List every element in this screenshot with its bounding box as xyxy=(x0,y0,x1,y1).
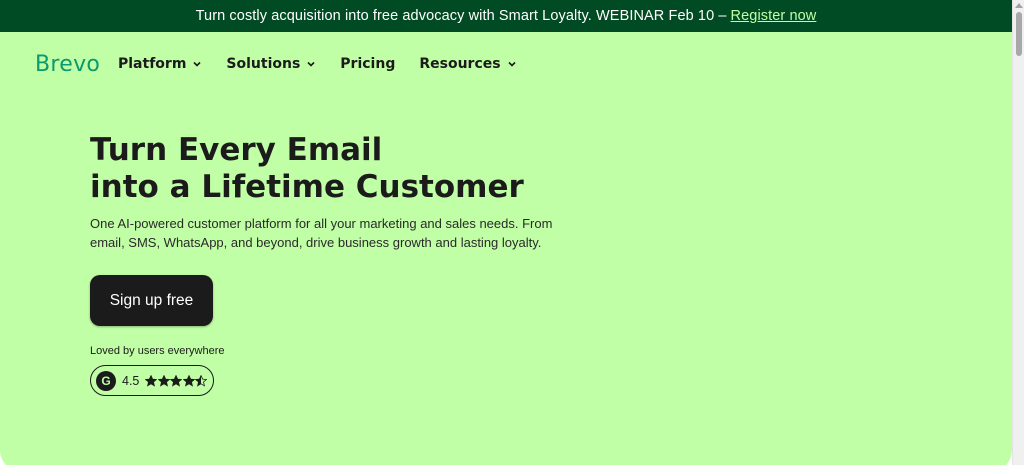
nav-item-platform[interactable]: Platform xyxy=(118,56,202,72)
hero-headline: Turn Every Email into a Lifetime Custome… xyxy=(90,132,524,206)
rating-value: 4.5 xyxy=(122,373,140,388)
star-icon xyxy=(145,374,158,387)
headline-line-2: into a Lifetime Customer xyxy=(90,169,524,205)
nav-item-label: Resources xyxy=(419,56,501,72)
chevron-down-icon xyxy=(193,61,201,67)
nav-item-label: Solutions xyxy=(226,56,301,72)
scroll-up-arrow-icon[interactable] xyxy=(1015,3,1023,8)
brevo-logo[interactable]: Brevo xyxy=(35,52,100,77)
star-icon xyxy=(170,374,183,387)
nav-item-label: Platform xyxy=(118,56,187,72)
headline-line-1: Turn Every Email xyxy=(90,132,383,168)
browser-viewport: Turn costly acquisition into free advoca… xyxy=(0,0,1012,465)
rating-stars xyxy=(145,374,208,387)
banner-text: Turn costly acquisition into free advoca… xyxy=(195,8,727,24)
nav-item-resources[interactable]: Resources xyxy=(419,56,516,72)
g2-logo-icon: G xyxy=(96,370,116,391)
star-icon xyxy=(182,374,195,387)
register-now-link[interactable]: Register now xyxy=(731,8,817,24)
announcement-banner: Turn costly acquisition into free advoca… xyxy=(0,0,1012,32)
star-icon xyxy=(195,374,208,387)
scrollbar-thumb[interactable] xyxy=(1016,12,1022,56)
nav-item-solutions[interactable]: Solutions xyxy=(226,56,316,72)
vertical-scrollbar[interactable] xyxy=(1012,0,1024,465)
nav-item-pricing[interactable]: Pricing xyxy=(340,56,395,72)
main-nav: Platform Solutions Pricing Resources xyxy=(118,56,541,72)
sign-up-free-button[interactable]: Sign up free xyxy=(90,275,213,326)
social-proof-text: Loved by users everywhere xyxy=(90,345,225,357)
nav-item-label: Pricing xyxy=(340,56,396,72)
chevron-down-icon xyxy=(508,61,516,67)
hero-subtext: One AI-powered customer platform for all… xyxy=(90,216,553,250)
rating-badge[interactable]: G 4.5 xyxy=(90,365,214,396)
hero-section: Brevo Platform Solutions Pricing Resourc… xyxy=(0,32,1012,465)
star-icon xyxy=(157,374,170,387)
chevron-down-icon xyxy=(307,61,315,67)
